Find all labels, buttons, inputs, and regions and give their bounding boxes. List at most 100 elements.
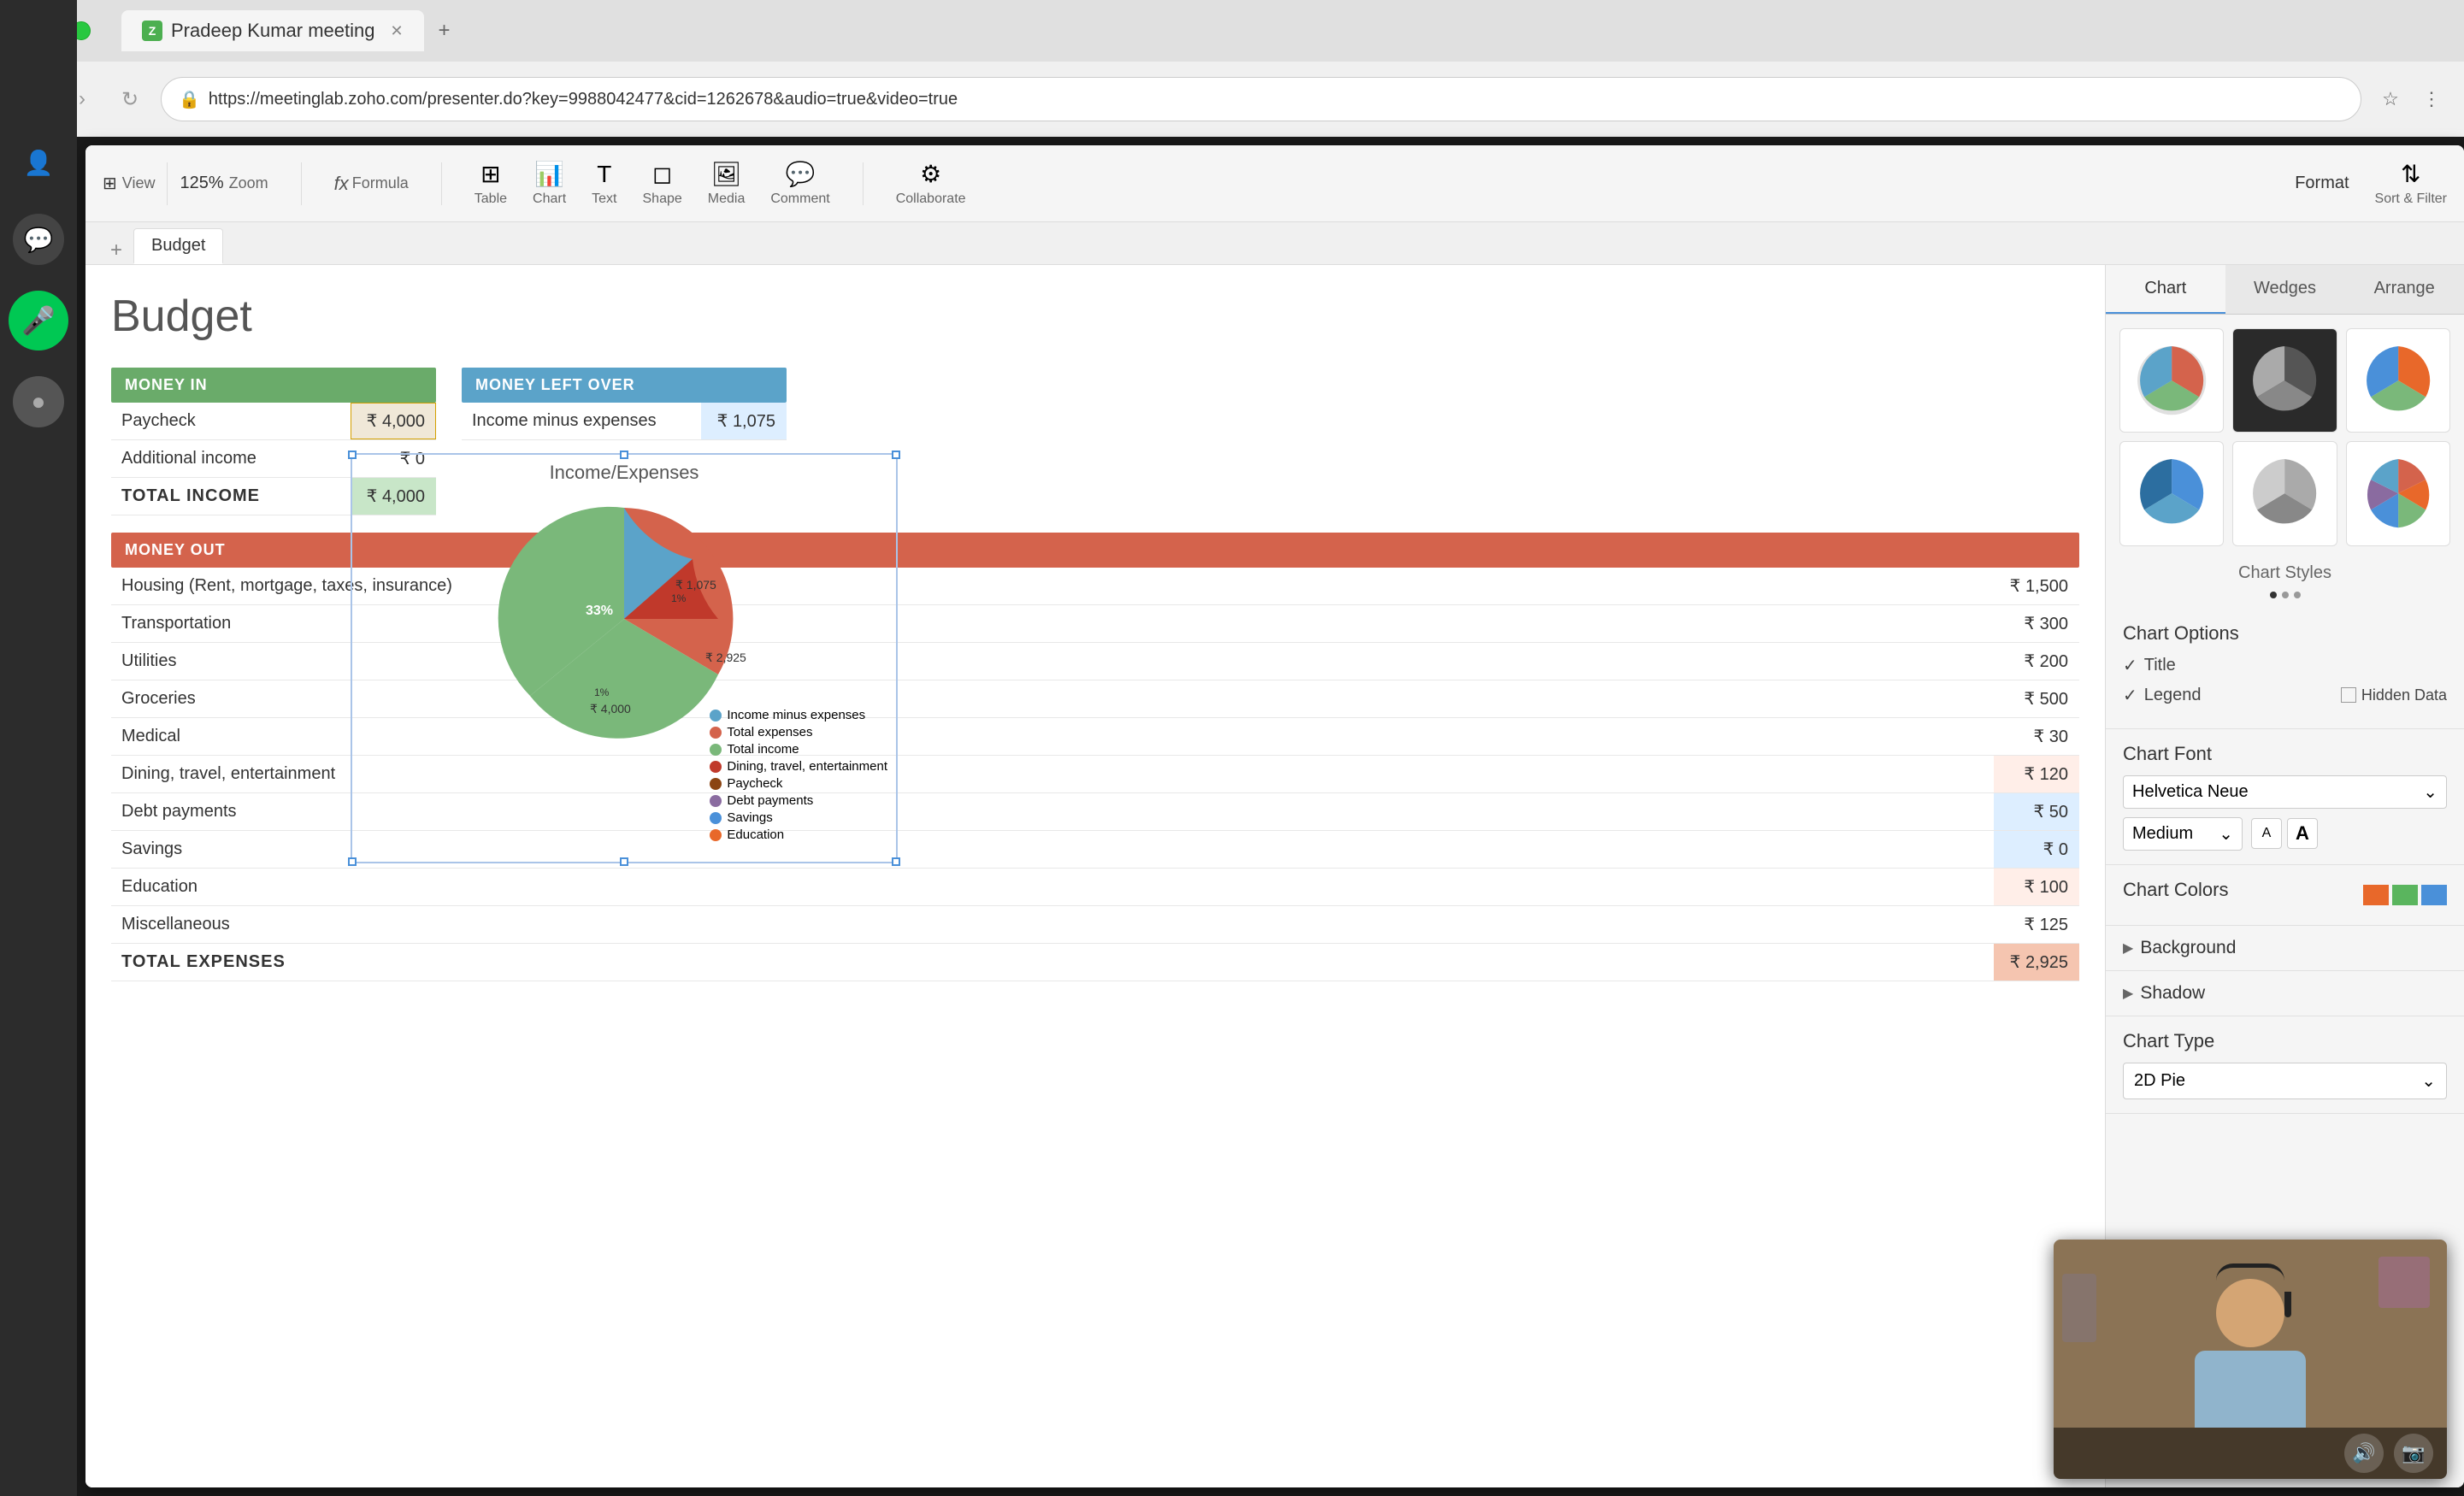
legend-option-row: ✓ Legend Hidden Data xyxy=(2123,685,2447,706)
media-tool[interactable]: 🖼 Media xyxy=(708,160,746,207)
dot-2[interactable] xyxy=(2282,592,2289,598)
shape-tool[interactable]: ◻ Shape xyxy=(643,160,682,207)
sidebar-icon-circle[interactable]: ● xyxy=(13,376,64,427)
new-tab-button[interactable]: + xyxy=(431,17,458,44)
legend-item: Debt payments xyxy=(710,793,887,808)
size-selector-arrows: ⌄ xyxy=(2219,823,2233,845)
dot-1[interactable] xyxy=(2270,592,2277,598)
chart-font-title: Chart Font xyxy=(2123,743,2447,765)
legend-item: Total income xyxy=(710,742,887,757)
zoom-control[interactable]: ⊞ View 125% Zoom xyxy=(103,162,268,205)
money-left-header: MONEY LEFT OVER xyxy=(462,368,787,403)
chart-type-selector[interactable]: 2D Pie ⌄ xyxy=(2123,1063,2447,1099)
page-title: Budget xyxy=(111,291,2079,342)
text-tool[interactable]: T Text xyxy=(592,161,616,207)
browser-settings-icon[interactable]: ⋮ xyxy=(2416,84,2447,115)
colors-swatch[interactable] xyxy=(2363,885,2447,905)
chart-colors-section: Chart Colors xyxy=(2106,865,2464,926)
chart-styles-grid xyxy=(2106,315,2464,560)
collaborate-tool[interactable]: ⚙ Collaborate xyxy=(896,160,966,207)
font-size-large-btn[interactable]: A xyxy=(2287,818,2318,849)
legend-item: Education xyxy=(710,828,887,842)
legend-dot xyxy=(710,761,722,773)
tab-wedges[interactable]: Wedges xyxy=(2225,265,2345,314)
sheet-tabs: + Budget xyxy=(85,222,2464,265)
resize-handle-br[interactable] xyxy=(892,857,900,866)
color-swatch-green xyxy=(2392,885,2418,905)
sort-filter-tool[interactable]: ⇅ Sort & Filter xyxy=(2375,160,2447,207)
tab-chart[interactable]: Chart xyxy=(2106,265,2225,314)
collaborate-label: Collaborate xyxy=(896,191,966,207)
table-row: Income minus expenses ₹ 1,075 xyxy=(462,403,787,440)
chart-style-4[interactable] xyxy=(2119,441,2224,545)
chart-style-5[interactable] xyxy=(2232,441,2337,545)
resize-handle-tm[interactable] xyxy=(620,451,628,459)
legend-item: Total expenses xyxy=(710,725,887,739)
tab-close-icon[interactable]: ✕ xyxy=(390,22,403,40)
video-camera-btn[interactable]: 📷 xyxy=(2394,1434,2433,1473)
sidebar-icon-people[interactable]: 👤 xyxy=(13,137,64,188)
app-toolbar: ⊞ View 125% Zoom fx Formula ⊞ Table 📊 Ch… xyxy=(85,145,2464,222)
chart-container[interactable]: Income/Expenses xyxy=(351,453,898,863)
refresh-button[interactable]: ↻ xyxy=(113,82,147,116)
bookmark-icon[interactable]: ☆ xyxy=(2375,84,2406,115)
sidebar-icon-chat[interactable]: 💬 xyxy=(13,214,64,265)
add-sheet-button[interactable]: + xyxy=(103,237,130,264)
font-size-buttons: A A xyxy=(2251,818,2318,849)
chart-style-3[interactable] xyxy=(2346,328,2450,433)
resize-handle-tl[interactable] xyxy=(348,451,357,459)
font-size-row: Medium ⌄ A A xyxy=(2123,817,2447,851)
chart-label-income: ₹ 4,000 xyxy=(590,702,631,716)
chart-label-imed-pct: 1% xyxy=(671,592,687,604)
active-tab[interactable]: Z Pradeep Kumar meeting ✕ xyxy=(121,10,424,51)
sidebar-icon-mic[interactable]: 🎤 xyxy=(9,291,68,350)
total-expenses-row: TOTAL EXPENSES ₹ 2,925 xyxy=(111,944,2079,981)
person-figure xyxy=(2195,1279,2306,1428)
font-size-small-btn[interactable]: A xyxy=(2251,818,2282,849)
format-tool[interactable]: Format xyxy=(2295,174,2349,193)
legend-dot xyxy=(710,727,722,739)
size-selector[interactable]: Medium ⌄ xyxy=(2123,817,2243,851)
legend-item: Paycheck xyxy=(710,776,887,791)
chart-style-1[interactable] xyxy=(2119,328,2224,433)
table-row: Education ₹ 100 xyxy=(111,869,2079,906)
chart-tab-bar: Chart Wedges Arrange xyxy=(2106,265,2464,315)
chart-font-section: Chart Font Helvetica Neue ⌄ Medium ⌄ A A xyxy=(2106,729,2464,865)
background-label: Background xyxy=(2140,938,2236,958)
address-field[interactable]: 🔒 https://meetinglab.zoho.com/presenter.… xyxy=(161,77,2361,121)
hidden-data-option: Hidden Data xyxy=(2341,686,2447,704)
pagination-dots xyxy=(2106,592,2464,609)
video-audio-btn[interactable]: 🔊 xyxy=(2344,1434,2384,1473)
resize-handle-tr[interactable] xyxy=(892,451,900,459)
budget-tab[interactable]: Budget xyxy=(133,228,223,264)
background-arrow-icon: ▶ xyxy=(2123,939,2133,957)
dot-3[interactable] xyxy=(2294,592,2301,598)
legend-item: Dining, travel, entertainment xyxy=(710,759,887,774)
color-swatch-blue xyxy=(2421,885,2447,905)
title-option-label: ✓ Title xyxy=(2123,655,2176,676)
chart-tool[interactable]: 📊 Chart xyxy=(533,160,566,207)
tab-arrange[interactable]: Arrange xyxy=(2344,265,2464,314)
view-icon: ⊞ xyxy=(103,173,117,194)
font-selector[interactable]: Helvetica Neue ⌄ xyxy=(2123,775,2447,809)
hidden-data-checkbox[interactable] xyxy=(2341,687,2356,703)
chart-label-expenses-pct: 33% xyxy=(586,604,613,618)
resize-handle-bl[interactable] xyxy=(348,857,357,866)
shadow-section[interactable]: ▶ Shadow xyxy=(2106,971,2464,1016)
chart-type-arrow: ⌄ xyxy=(2421,1070,2436,1092)
chart-style-6[interactable] xyxy=(2346,441,2450,545)
chart-type-section: Chart Type 2D Pie ⌄ xyxy=(2106,1016,2464,1114)
sort-filter-label: Sort & Filter xyxy=(2375,191,2447,207)
chart-style-2[interactable] xyxy=(2232,328,2337,433)
table-label: Table xyxy=(475,191,507,207)
color-swatch-orange xyxy=(2363,885,2389,905)
font-name: Helvetica Neue xyxy=(2132,782,2249,802)
media-icon: 🖼 xyxy=(711,160,742,188)
background-section[interactable]: ▶ Background xyxy=(2106,926,2464,971)
comment-tool[interactable]: 💬 Comment xyxy=(770,160,829,207)
chart-icon: 📊 xyxy=(534,160,564,188)
table-tool[interactable]: ⊞ Table xyxy=(475,160,507,207)
resize-handle-bm[interactable] xyxy=(620,857,628,866)
format-label: Format xyxy=(2295,174,2349,193)
money-in-header: MONEY IN xyxy=(111,368,436,403)
